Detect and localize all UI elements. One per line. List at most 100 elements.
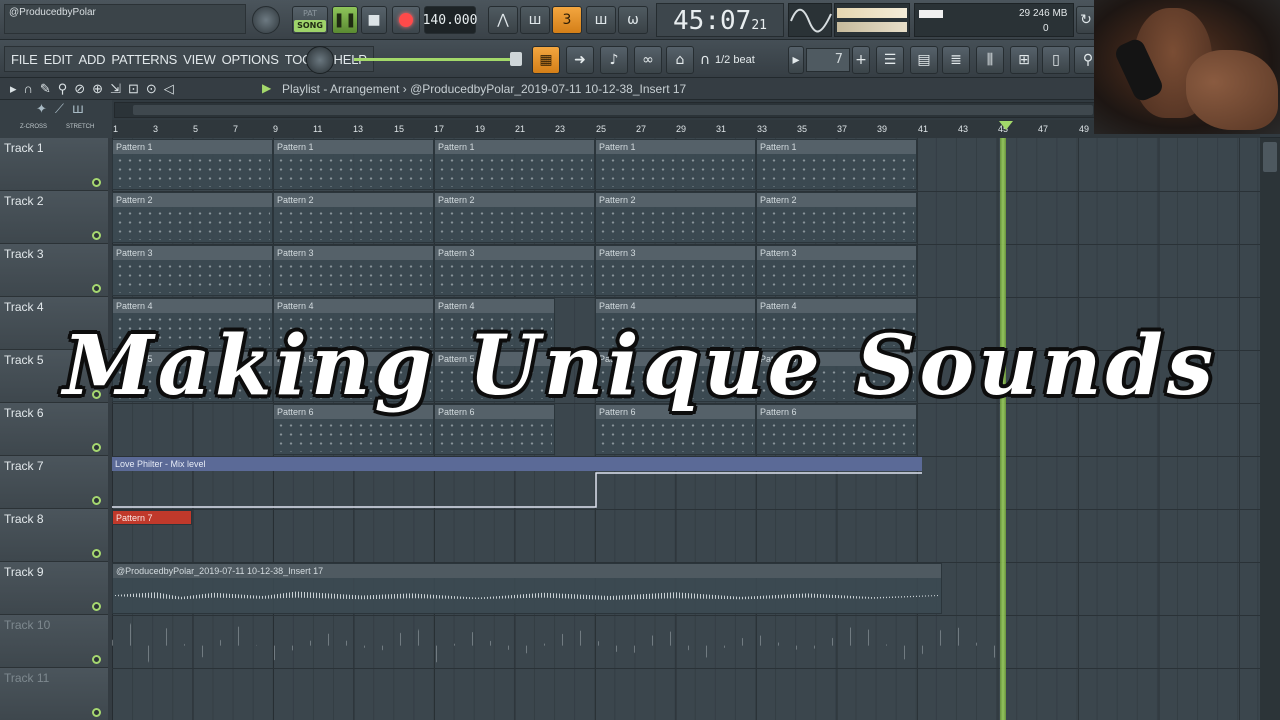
track-mute-led[interactable] bbox=[92, 284, 101, 293]
magnet-icon[interactable]: ∩ bbox=[697, 46, 713, 74]
clip-label: Pattern 3 bbox=[274, 246, 433, 260]
vertical-scrollbar[interactable] bbox=[1260, 138, 1280, 720]
pattern-clip[interactable]: Pattern 2 bbox=[273, 192, 434, 243]
ruler-label: 11 bbox=[313, 124, 323, 134]
track-mute-led[interactable] bbox=[92, 231, 101, 240]
pattern-clip[interactable]: Pattern 1 bbox=[756, 139, 917, 190]
vertical-scroll-thumb[interactable] bbox=[1263, 142, 1277, 172]
track-header[interactable]: Track 1 bbox=[0, 138, 108, 191]
track-name: Track 2 bbox=[4, 194, 44, 208]
ruler-label: 3 bbox=[153, 124, 159, 134]
wait-input-icon[interactable]: ш bbox=[520, 6, 550, 34]
loop-record-icon[interactable]: ω bbox=[618, 6, 648, 34]
pat-song-toggle[interactable]: PAT SONG bbox=[292, 6, 328, 34]
menu-file[interactable]: FILE bbox=[8, 52, 41, 67]
pattern-clip[interactable]: Pattern 2 bbox=[112, 192, 273, 243]
playhead-line[interactable] bbox=[1000, 138, 1006, 720]
browser-icon[interactable]: ≣ bbox=[942, 46, 970, 74]
step-edit-icon[interactable]: ш bbox=[586, 6, 616, 34]
stop-button[interactable]: ■ bbox=[361, 6, 387, 34]
pattern-clip[interactable]: Pattern 1 bbox=[112, 139, 273, 190]
track-header[interactable]: Track 10 bbox=[0, 615, 108, 668]
menu-edit[interactable]: EDIT bbox=[41, 52, 76, 67]
play-button[interactable]: ❚❚ bbox=[332, 6, 358, 34]
file-icon[interactable]: ▯ bbox=[1042, 46, 1070, 74]
track-name: Track 11 bbox=[4, 671, 50, 685]
clip-notes bbox=[598, 156, 753, 187]
stamp-icon[interactable]: ⌂ bbox=[666, 46, 694, 74]
pattern-clip[interactable]: Pattern 1 bbox=[273, 139, 434, 190]
main-volume-knob[interactable] bbox=[306, 46, 334, 74]
playhead-marker[interactable] bbox=[999, 121, 1013, 130]
automation-curve bbox=[112, 472, 922, 508]
master-pitch-slider[interactable] bbox=[354, 58, 520, 61]
piano-roll-icon[interactable]: ▤ bbox=[910, 46, 938, 74]
track-name: Track 9 bbox=[4, 565, 44, 579]
master-volume-knob[interactable] bbox=[252, 6, 280, 34]
pattern-clip[interactable]: Pattern 3 bbox=[756, 245, 917, 296]
record-button[interactable] bbox=[392, 6, 420, 34]
menu-options[interactable]: OPTIONS bbox=[219, 52, 282, 67]
pattern-clip[interactable]: Pattern 2 bbox=[756, 192, 917, 243]
playlist-tools[interactable]: ▸∩✎⚲⊘⊕⇲⊡⊙◁ bbox=[10, 81, 181, 97]
track-header[interactable]: Track 3 bbox=[0, 244, 108, 297]
track-mute-led[interactable] bbox=[92, 655, 101, 664]
clip-notes bbox=[437, 156, 592, 187]
track-mute-led[interactable] bbox=[92, 602, 101, 611]
typing-keyboard-icon[interactable]: ▦ bbox=[532, 46, 560, 74]
countdown-icon[interactable]: 3 bbox=[552, 6, 582, 34]
track-mute-led[interactable] bbox=[92, 178, 101, 187]
pattern-clip[interactable]: Pattern 2 bbox=[595, 192, 756, 243]
pitch-slider-handle[interactable] bbox=[510, 52, 522, 66]
playlist-title: Playlist - Arrangement bbox=[282, 82, 400, 96]
track-mute-led[interactable] bbox=[92, 496, 101, 505]
pattern-clip[interactable]: Pattern 3 bbox=[273, 245, 434, 296]
step-field[interactable]: 7 bbox=[806, 48, 850, 72]
automation-clip[interactable]: Love Philter - Mix level bbox=[112, 457, 922, 508]
track-header[interactable]: Track 7 bbox=[0, 456, 108, 509]
track-mute-led[interactable] bbox=[92, 443, 101, 452]
pattern-clip[interactable]: Pattern 7 bbox=[112, 510, 192, 525]
link-icon[interactable]: ∞ bbox=[634, 46, 662, 74]
menu-patterns[interactable]: PATTERNS bbox=[108, 52, 180, 67]
ruler-label: 39 bbox=[877, 124, 888, 134]
step-left-icon[interactable]: ▸ bbox=[788, 46, 804, 74]
audio-clip[interactable]: @ProducedbyPolar_2019-07-11 10-12-38_Ins… bbox=[112, 563, 942, 614]
undo-icon[interactable]: ↻ bbox=[1076, 6, 1096, 34]
pattern-clip[interactable]: Pattern 3 bbox=[595, 245, 756, 296]
ruler-label: 5 bbox=[193, 124, 199, 134]
tempo-field[interactable]: 140.000 bbox=[423, 6, 477, 34]
track-header[interactable]: Track 9 bbox=[0, 562, 108, 615]
menu-view[interactable]: VIEW bbox=[180, 52, 218, 67]
snap-select[interactable]: 1/2 beat bbox=[715, 50, 775, 70]
track-name: Track 8 bbox=[4, 512, 44, 526]
menu-add[interactable]: ADD bbox=[75, 52, 108, 67]
pattern-clip[interactable]: Pattern 2 bbox=[434, 192, 595, 243]
track-name: Track 3 bbox=[4, 247, 44, 261]
metronome-icon[interactable]: ⋀ bbox=[488, 6, 518, 34]
pattern-clip[interactable]: Pattern 1 bbox=[595, 139, 756, 190]
pattern-clip[interactable]: Pattern 1 bbox=[434, 139, 595, 190]
horizontal-scroll-thumb[interactable] bbox=[133, 105, 1093, 115]
horizontal-scrollbar[interactable] bbox=[114, 102, 1260, 118]
track-mute-led[interactable] bbox=[92, 708, 101, 717]
stretch-label: STRETCH bbox=[66, 124, 95, 130]
mixer-icon[interactable]: ⫼ bbox=[976, 46, 1004, 74]
clip-label: Pattern 1 bbox=[274, 140, 433, 154]
track-header[interactable]: Track 11 bbox=[0, 668, 108, 720]
track-header[interactable]: Track 2 bbox=[0, 191, 108, 244]
playlist-play-icon[interactable]: ▶ bbox=[262, 81, 271, 95]
playlist-icon[interactable]: ☰ bbox=[876, 46, 904, 74]
step-add-icon[interactable]: + bbox=[852, 46, 870, 74]
channel-rack-icon[interactable]: ⊞ bbox=[1010, 46, 1038, 74]
pattern-clip[interactable]: Pattern 3 bbox=[434, 245, 595, 296]
playlist-mode-icons[interactable]: ✦⟋ш bbox=[36, 102, 92, 117]
track-header[interactable]: Track 8 bbox=[0, 509, 108, 562]
curve-icon[interactable]: ♪ bbox=[600, 46, 628, 74]
song-label: SONG bbox=[294, 20, 326, 32]
clip-notes bbox=[115, 209, 270, 240]
pattern-clip[interactable]: Pattern 3 bbox=[112, 245, 273, 296]
track-mute-led[interactable] bbox=[92, 549, 101, 558]
arrow-right-icon[interactable]: ➜ bbox=[566, 46, 594, 74]
clip-notes bbox=[437, 209, 592, 240]
